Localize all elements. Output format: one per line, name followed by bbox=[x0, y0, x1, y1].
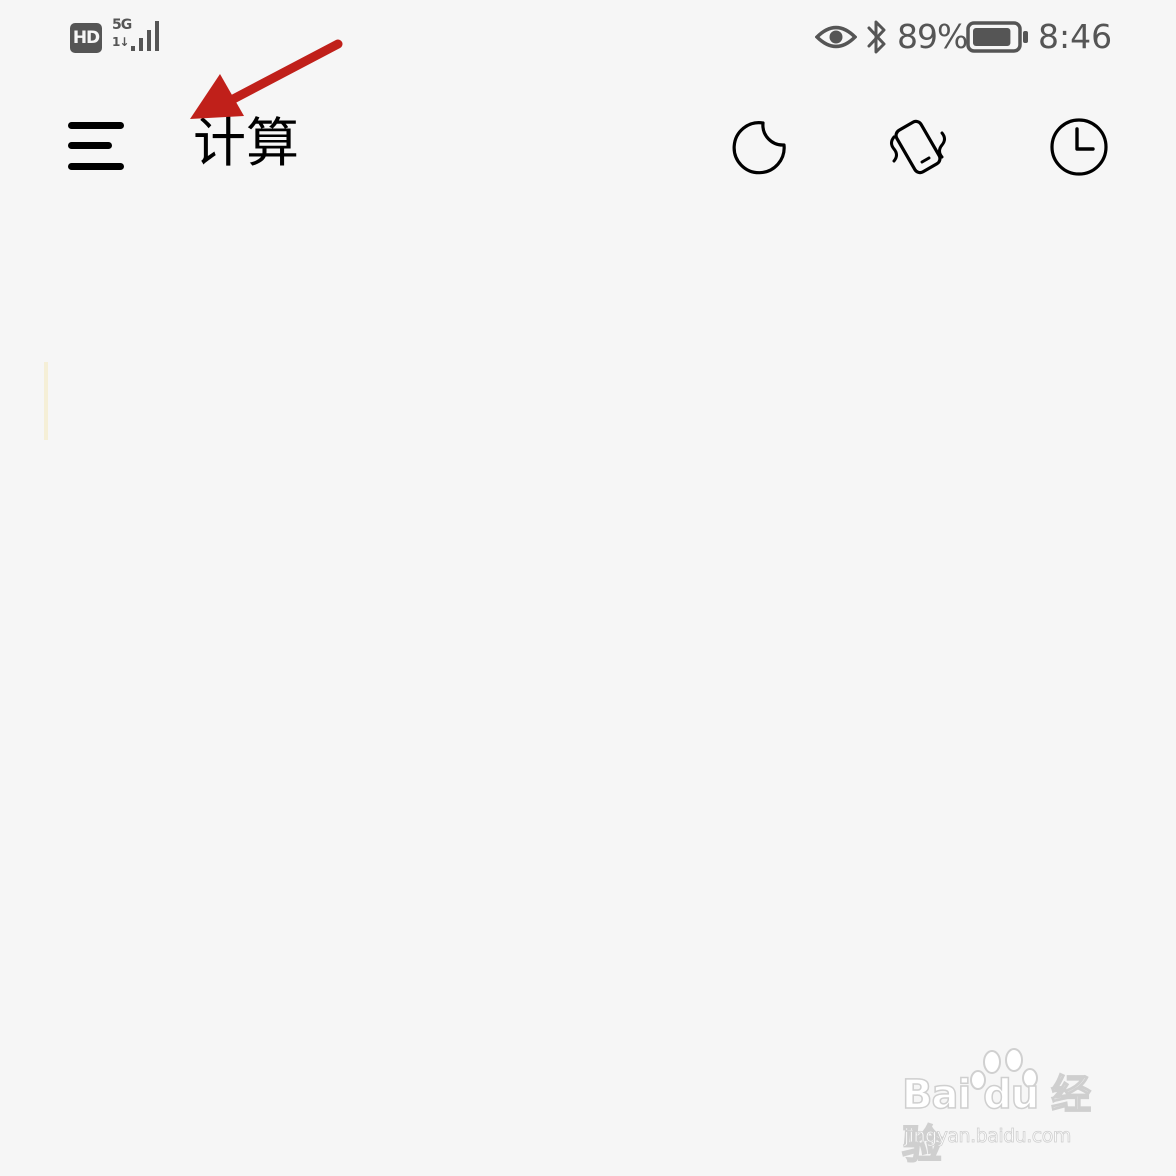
edge-accent bbox=[44, 362, 48, 440]
hamburger-menu-icon-line-2 bbox=[68, 142, 112, 149]
hd-badge: HD bbox=[70, 23, 102, 53]
battery-icon bbox=[966, 21, 1028, 53]
network-activity-label: 1↓ bbox=[112, 35, 129, 49]
eye-icon bbox=[815, 25, 857, 49]
baidu-jingyan-watermark: Bai du 经验 jingyan.baidu.com bbox=[898, 1046, 1118, 1169]
bluetooth-icon bbox=[867, 20, 886, 54]
watermark-url: jingyan.baidu.com bbox=[904, 1125, 1072, 1148]
annotation-arrow bbox=[190, 39, 343, 119]
watermark-brand: Bai du 经验 bbox=[901, 1071, 1092, 1169]
night-mode-icon[interactable] bbox=[727, 115, 791, 179]
hamburger-menu-icon bbox=[68, 122, 124, 129]
history-clock-icon[interactable] bbox=[1047, 115, 1111, 179]
status-time: 8:46 bbox=[1038, 17, 1113, 56]
hamburger-menu-button[interactable] bbox=[60, 112, 132, 180]
hamburger-menu-icon-line-3 bbox=[68, 163, 124, 170]
status-bar: HD 5G 1↓ 89% 8:46 bbox=[0, 0, 1176, 80]
signal-icon bbox=[131, 21, 159, 51]
rotate-screen-icon[interactable] bbox=[886, 115, 950, 179]
battery-percent: 89% bbox=[897, 17, 968, 56]
